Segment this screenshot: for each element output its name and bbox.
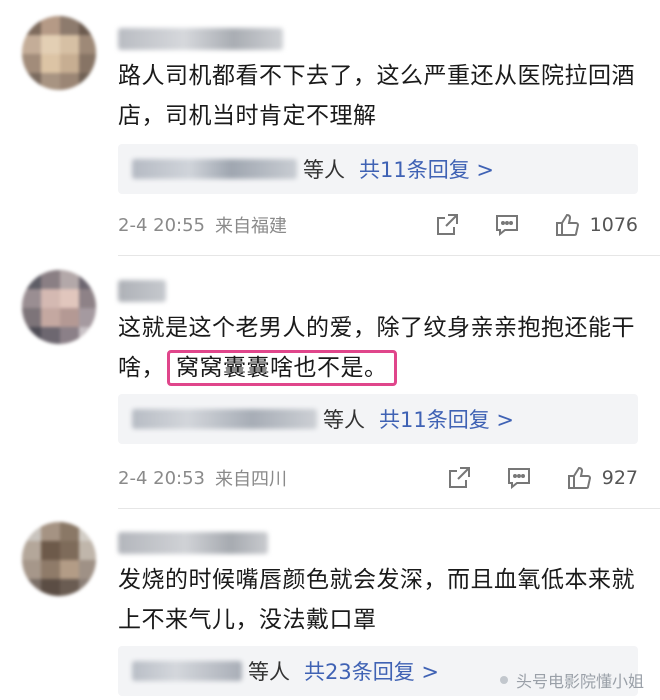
comment-date: 2-4 20:55 [118, 214, 205, 236]
reply-preview[interactable]: 等人 共11条回复 > [118, 144, 638, 194]
highlighted-phrase: 窝窝囊囊啥也不是。 [167, 350, 397, 386]
reply-suffix: 等人 [303, 158, 345, 182]
like-icon[interactable] [566, 465, 592, 491]
username-blurred[interactable] [118, 532, 268, 554]
watermark: 头号电影院懂小姐 [499, 668, 644, 692]
comment-date: 2-4 20:53 [118, 467, 205, 489]
share-icon[interactable] [434, 212, 460, 238]
watermark-dot-icon [499, 676, 508, 684]
comment-icon[interactable] [506, 465, 532, 491]
reply-suffix: 等人 [248, 660, 290, 684]
view-replies-link[interactable]: 共11条回复 > [359, 154, 494, 184]
comment-meta: 2-4 20:55 来自福建 1076 [118, 209, 638, 241]
reply-preview[interactable]: 等人 共11条回复 > [118, 394, 638, 444]
watermark-text: 头号电影院懂小姐 [515, 672, 644, 691]
comment-text: 路人司机都看不下去了，这么严重还从医院拉回酒店，司机当时肯定不理解 [118, 63, 635, 129]
share-icon[interactable] [446, 465, 472, 491]
view-replies-link[interactable]: 共23条回复 > [304, 656, 439, 686]
reply-usernames-blurred [132, 159, 297, 179]
avatar[interactable] [22, 16, 96, 90]
like-icon[interactable] [554, 212, 580, 238]
avatar[interactable] [22, 270, 96, 344]
comment-location: 来自福建 [215, 216, 287, 237]
divider [118, 508, 660, 509]
comment-meta: 2-4 20:53 来自四川 927 [118, 462, 638, 494]
username-blurred[interactable] [118, 28, 283, 50]
divider [118, 255, 660, 256]
comment-text: 这就是这个老男人的爱，除了纹身亲亲抱抱还能干啥， 窝窝囊囊啥也不是。 [118, 308, 638, 388]
reply-suffix: 等人 [323, 408, 365, 432]
like-count: 927 [601, 467, 638, 489]
avatar[interactable] [22, 522, 96, 596]
username-blurred[interactable] [118, 280, 166, 302]
reply-usernames-blurred [132, 409, 317, 429]
reply-usernames-blurred [132, 661, 242, 681]
comment-icon[interactable] [494, 212, 520, 238]
view-replies-link[interactable]: 共11条回复 > [379, 404, 514, 434]
comment-location: 来自四川 [215, 469, 287, 490]
comment-text: 发烧的时候嘴唇颜色就会发深，而且血氧低本来就上不来气儿，没法戴口罩 [118, 567, 635, 633]
like-count: 1076 [589, 214, 638, 236]
